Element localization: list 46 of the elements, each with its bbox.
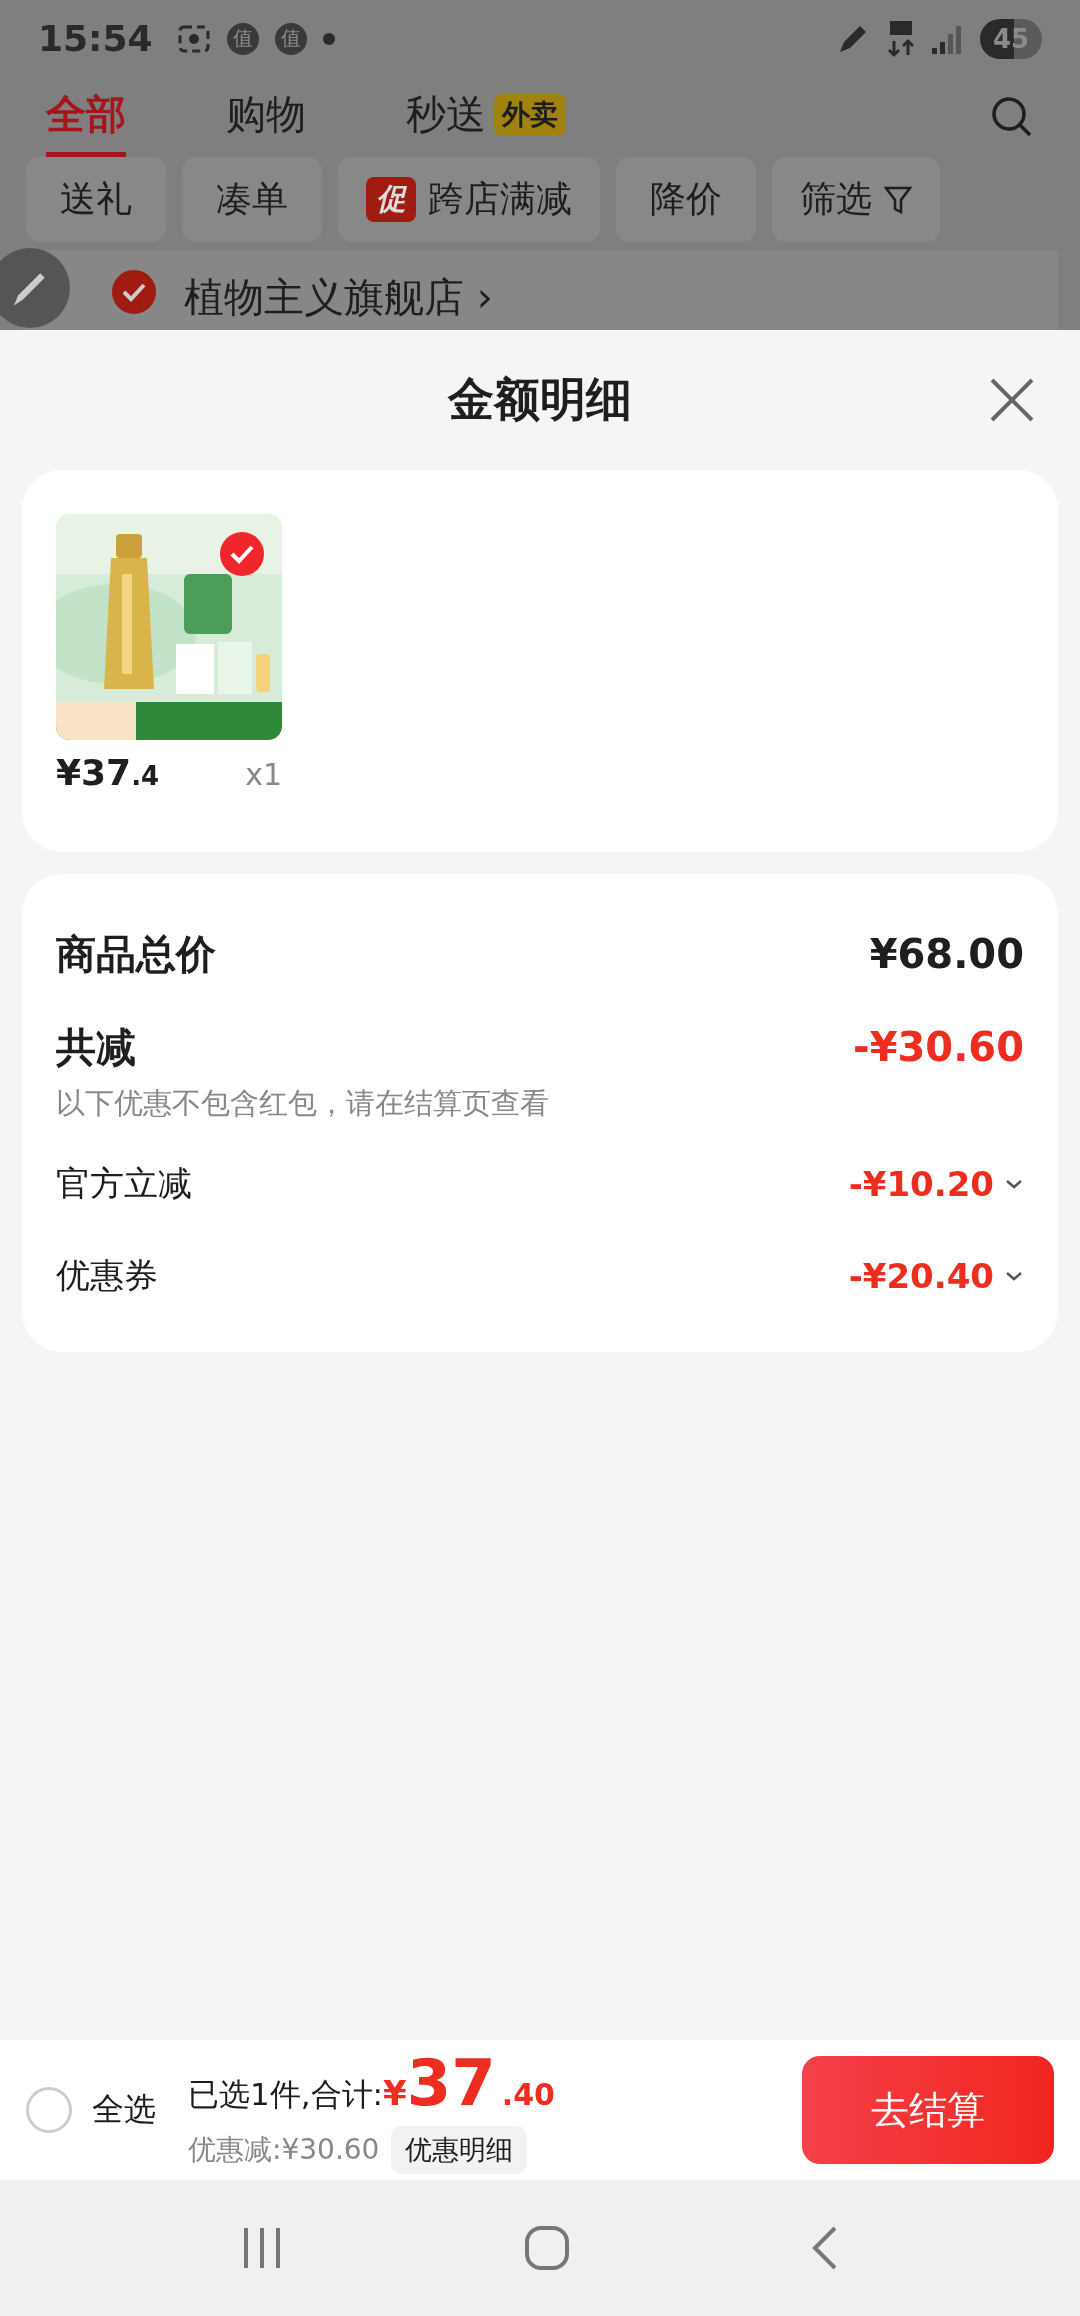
status-time: 15:54 (38, 18, 153, 59)
select-all-radio[interactable] (26, 2087, 72, 2133)
order-total: 已选1件,合计:¥37.40 (188, 2046, 555, 2120)
check-icon (121, 282, 147, 302)
notification-icon: 值 (274, 22, 307, 55)
filter-chip[interactable]: 凑单 (182, 157, 322, 242)
sheet-title: 金额明细 (448, 371, 632, 428)
battery-indicator: 45 (980, 18, 1042, 59)
total-label: 商品总价 (56, 929, 216, 979)
close-button[interactable] (988, 376, 1036, 424)
chip-label: 跨店满减 (428, 177, 572, 221)
screenshot-icon (176, 23, 211, 54)
saving-text: 优惠减:¥30.60 (188, 2132, 380, 2168)
store-checkbox[interactable] (112, 270, 156, 314)
filter-chip[interactable]: 促 跨店满减 (338, 157, 600, 242)
filter-chip[interactable]: 筛选 (772, 157, 940, 242)
filter-chip[interactable]: 送礼 (26, 157, 166, 242)
select-all-label[interactable]: 全选 (92, 2088, 156, 2132)
home-icon[interactable] (524, 2225, 570, 2271)
signal-icon (932, 23, 964, 54)
chevron-down-icon[interactable] (1004, 1270, 1024, 1282)
discount-item-value: -¥20.40 (848, 1256, 994, 1296)
chip-label: 筛选 (800, 177, 872, 221)
discount-item-label: 官方立减 (56, 1162, 192, 1205)
chevron-down-icon[interactable] (1004, 1178, 1024, 1190)
filter-chip[interactable]: 降价 (616, 157, 756, 242)
tab-label: 秒送 (406, 90, 486, 139)
category-tab[interactable]: 购物 (226, 77, 306, 157)
tab-badge: 外卖 (494, 93, 566, 136)
notification-icon: 值 (226, 22, 259, 55)
promo-tag: 促 (366, 177, 416, 222)
dot-icon (322, 32, 335, 45)
product-price: ¥37.4 (56, 752, 160, 793)
discount-label: 共减 (56, 1022, 136, 1072)
network-icon (886, 18, 916, 59)
product-quantity: x1 (245, 757, 282, 792)
discount-item-value: -¥10.20 (848, 1164, 994, 1204)
total-value: ¥68.00 (869, 931, 1024, 977)
search-icon[interactable] (990, 95, 1034, 139)
discount-value: -¥30.60 (853, 1024, 1024, 1070)
checkout-button[interactable]: 去结算 (802, 2056, 1054, 2164)
discount-details-button[interactable]: 优惠明细 (391, 2126, 528, 2174)
filter-icon (884, 184, 912, 215)
discount-item-label: 优惠券 (56, 1254, 158, 1297)
category-tab[interactable]: 秒送 外卖 (406, 77, 566, 157)
discount-note: 以下优惠不包含红包，请在结算页查看 (56, 1085, 550, 1122)
